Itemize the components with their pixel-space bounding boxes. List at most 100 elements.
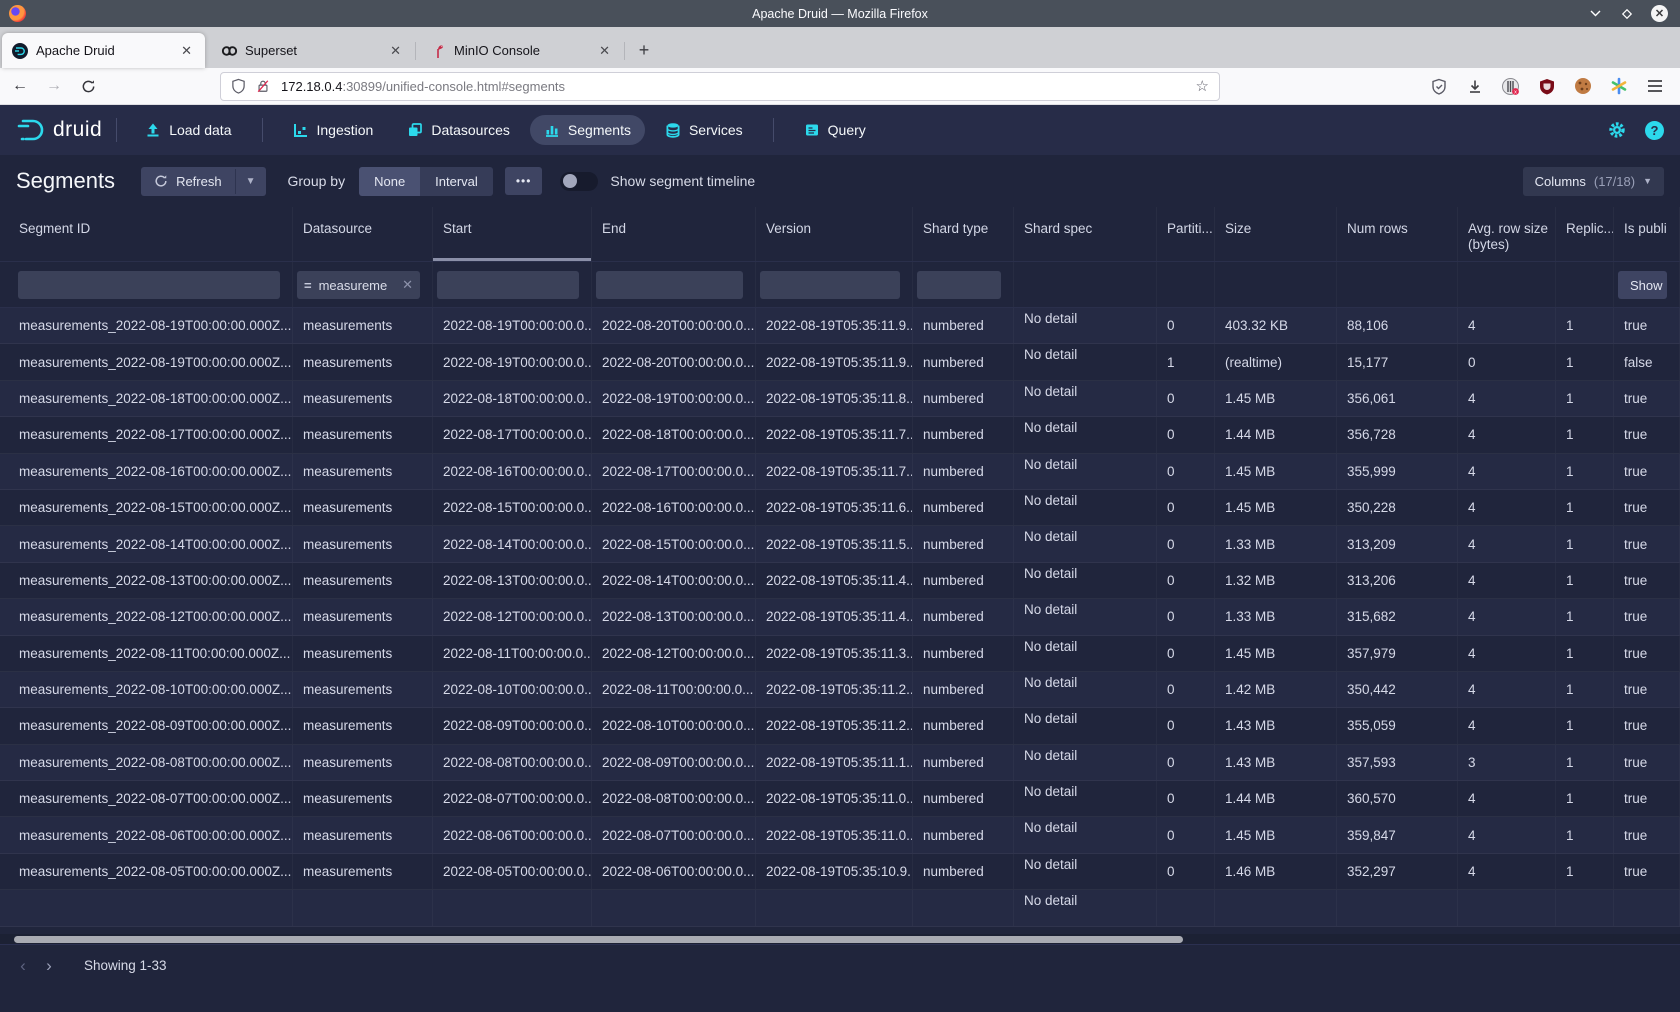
table-row[interactable]: measurements_2022-08-18T00:00:00.000Z...… bbox=[0, 381, 1680, 417]
cell-datasource: measurements bbox=[293, 817, 433, 852]
more-options-button[interactable]: ••• bbox=[505, 167, 543, 195]
cell-start: 2022-08-06T00:00:00.0... bbox=[433, 817, 592, 852]
group-by-interval[interactable]: Interval bbox=[420, 167, 493, 196]
tab-close-icon[interactable]: ✕ bbox=[594, 41, 615, 61]
filter-input-segment-id[interactable] bbox=[18, 271, 280, 299]
table-row[interactable]: measurements_2022-08-08T00:00:00.000Z...… bbox=[0, 745, 1680, 781]
cell-shard-type: numbered bbox=[913, 490, 1014, 525]
table-row[interactable]: measurements_2022-08-06T00:00:00.000Z...… bbox=[0, 817, 1680, 853]
horizontal-scrollbar[interactable] bbox=[0, 934, 1680, 944]
cell-size: 1.45 MB bbox=[1215, 817, 1337, 852]
segment-timeline-toggle[interactable] bbox=[560, 172, 598, 191]
url-bar[interactable]: 172.18.0.4:30899/unified-console.html#se… bbox=[220, 72, 1220, 101]
extension-icon[interactable]: x bbox=[1501, 77, 1520, 96]
column-header-partiti[interactable]: Partiti... bbox=[1157, 207, 1215, 261]
window-close-icon[interactable]: ✕ bbox=[1651, 5, 1668, 22]
table-row[interactable]: measurements_2022-08-07T00:00:00.000Z...… bbox=[0, 781, 1680, 817]
table-row-partial[interactable]: No detail bbox=[0, 890, 1680, 926]
columns-button[interactable]: Columns (17/18) ▼ bbox=[1523, 167, 1664, 196]
window-maximize-icon[interactable] bbox=[1619, 6, 1635, 22]
nav-item-services[interactable]: Services bbox=[651, 115, 757, 145]
druid-logo-icon bbox=[16, 117, 46, 143]
menu-hamburger-icon[interactable] bbox=[1645, 77, 1664, 96]
new-tab-button[interactable]: + bbox=[629, 35, 659, 65]
settings-gear-icon[interactable] bbox=[1607, 120, 1627, 140]
column-header-version[interactable]: Version bbox=[756, 207, 913, 261]
filter-remove-icon[interactable]: ✕ bbox=[402, 277, 413, 293]
downloads-icon[interactable] bbox=[1465, 77, 1484, 96]
back-icon[interactable]: ← bbox=[6, 72, 34, 100]
cell-num-rows: 88,106 bbox=[1337, 308, 1458, 343]
ublock-icon[interactable] bbox=[1537, 77, 1556, 96]
is-published-filter-button[interactable]: Show bbox=[1618, 271, 1667, 299]
table-row[interactable]: measurements_2022-08-15T00:00:00.000Z...… bbox=[0, 490, 1680, 526]
refresh-button[interactable]: Refresh bbox=[141, 167, 235, 196]
table-row[interactable]: measurements_2022-08-13T00:00:00.000Z...… bbox=[0, 563, 1680, 599]
tab-close-icon[interactable]: ✕ bbox=[176, 41, 197, 61]
cell-segment-id: measurements_2022-08-13T00:00:00.000Z... bbox=[0, 563, 293, 598]
cell-datasource: measurements bbox=[293, 308, 433, 343]
nav-item-query[interactable]: Query bbox=[790, 115, 880, 145]
filter-cell-end bbox=[592, 262, 756, 307]
table-row[interactable]: measurements_2022-08-10T00:00:00.000Z...… bbox=[0, 672, 1680, 708]
table-row[interactable]: measurements_2022-08-19T00:00:00.000Z...… bbox=[0, 344, 1680, 380]
account-shield-icon[interactable] bbox=[1429, 77, 1448, 96]
prev-page-icon[interactable]: ‹ bbox=[10, 953, 36, 979]
column-header-end[interactable]: End bbox=[592, 207, 756, 261]
browser-tab-minio-console[interactable]: MinIO Console ✕ bbox=[420, 33, 623, 68]
column-header-shard-type[interactable]: Shard type bbox=[913, 207, 1014, 261]
table-row[interactable]: measurements_2022-08-12T00:00:00.000Z...… bbox=[0, 599, 1680, 635]
nav-item-datasources[interactable]: Datasources bbox=[393, 115, 524, 145]
browser-tab-apache-druid[interactable]: Apache Druid ✕ bbox=[2, 33, 205, 68]
druid-navbar: druid Load data IngestionDatasourcesSegme… bbox=[0, 105, 1680, 155]
table-row[interactable]: measurements_2022-08-14T00:00:00.000Z...… bbox=[0, 526, 1680, 562]
column-header-shard-spec[interactable]: Shard spec bbox=[1014, 207, 1157, 261]
table-row[interactable]: measurements_2022-08-11T00:00:00.000Z...… bbox=[0, 636, 1680, 672]
window-minimize-icon[interactable] bbox=[1587, 6, 1603, 22]
table-row[interactable]: measurements_2022-08-09T00:00:00.000Z...… bbox=[0, 708, 1680, 744]
druid-logo[interactable]: druid bbox=[16, 117, 102, 143]
reload-icon[interactable] bbox=[74, 72, 102, 100]
scrollbar-thumb[interactable] bbox=[14, 936, 1183, 943]
column-header-datasource[interactable]: Datasource bbox=[293, 207, 433, 261]
tracking-shield-icon[interactable] bbox=[231, 78, 247, 94]
bookmark-star-icon[interactable]: ☆ bbox=[1196, 77, 1209, 95]
group-by-buttons: NoneInterval bbox=[359, 167, 493, 196]
filter-input-start[interactable] bbox=[437, 271, 579, 299]
refresh-caret-button[interactable]: ▼ bbox=[235, 169, 266, 194]
nav-item-load-data[interactable]: Load data bbox=[131, 115, 245, 145]
column-header-size[interactable]: Size bbox=[1215, 207, 1337, 261]
table-row[interactable]: measurements_2022-08-05T00:00:00.000Z...… bbox=[0, 854, 1680, 890]
column-header-segment-id[interactable]: Segment ID bbox=[0, 207, 293, 261]
group-by-none[interactable]: None bbox=[359, 167, 420, 196]
next-page-icon[interactable]: › bbox=[36, 953, 62, 979]
help-icon[interactable]: ? bbox=[1645, 121, 1664, 140]
table-row[interactable]: measurements_2022-08-19T00:00:00.000Z...… bbox=[0, 308, 1680, 344]
cell-shard-spec: No detail bbox=[1014, 526, 1157, 561]
filter-input-shard-type[interactable] bbox=[917, 271, 1001, 299]
cell-is-publi: true bbox=[1614, 817, 1680, 852]
cell-shard-spec: No detail bbox=[1014, 890, 1157, 925]
insecure-lock-icon[interactable] bbox=[256, 78, 272, 94]
browser-tab-superset[interactable]: Superset ✕ bbox=[211, 33, 414, 68]
cookie-icon[interactable] bbox=[1573, 77, 1592, 96]
column-header-avg-row-size-bytes[interactable]: Avg. row size (bytes) bbox=[1458, 207, 1556, 261]
table-row[interactable]: measurements_2022-08-17T00:00:00.000Z...… bbox=[0, 417, 1680, 453]
navbar-items: Load data IngestionDatasourcesSegmentsSer… bbox=[131, 115, 880, 145]
nav-item-ingestion[interactable]: Ingestion bbox=[279, 115, 388, 145]
tab-close-icon[interactable]: ✕ bbox=[385, 41, 406, 61]
column-header-is-publi[interactable]: Is publi bbox=[1614, 207, 1680, 261]
column-header-num-rows[interactable]: Num rows bbox=[1337, 207, 1458, 261]
column-header-start[interactable]: Start bbox=[433, 207, 592, 261]
filter-input-end[interactable] bbox=[596, 271, 743, 299]
filter-input-version[interactable] bbox=[760, 271, 900, 299]
forward-icon[interactable]: → bbox=[40, 72, 68, 100]
cell-datasource: measurements bbox=[293, 381, 433, 416]
nav-item-segments[interactable]: Segments bbox=[530, 115, 645, 145]
table-row[interactable]: measurements_2022-08-16T00:00:00.000Z...… bbox=[0, 454, 1680, 490]
datasource-filter-chip[interactable]: = measureme ✕ bbox=[297, 271, 420, 299]
cell-end: 2022-08-17T00:00:00.0... bbox=[592, 454, 756, 489]
sparkle-extension-icon[interactable] bbox=[1609, 77, 1628, 96]
cell-avg-row-size-bytes: 4 bbox=[1458, 308, 1556, 343]
column-header-replic[interactable]: Replic... bbox=[1556, 207, 1614, 261]
